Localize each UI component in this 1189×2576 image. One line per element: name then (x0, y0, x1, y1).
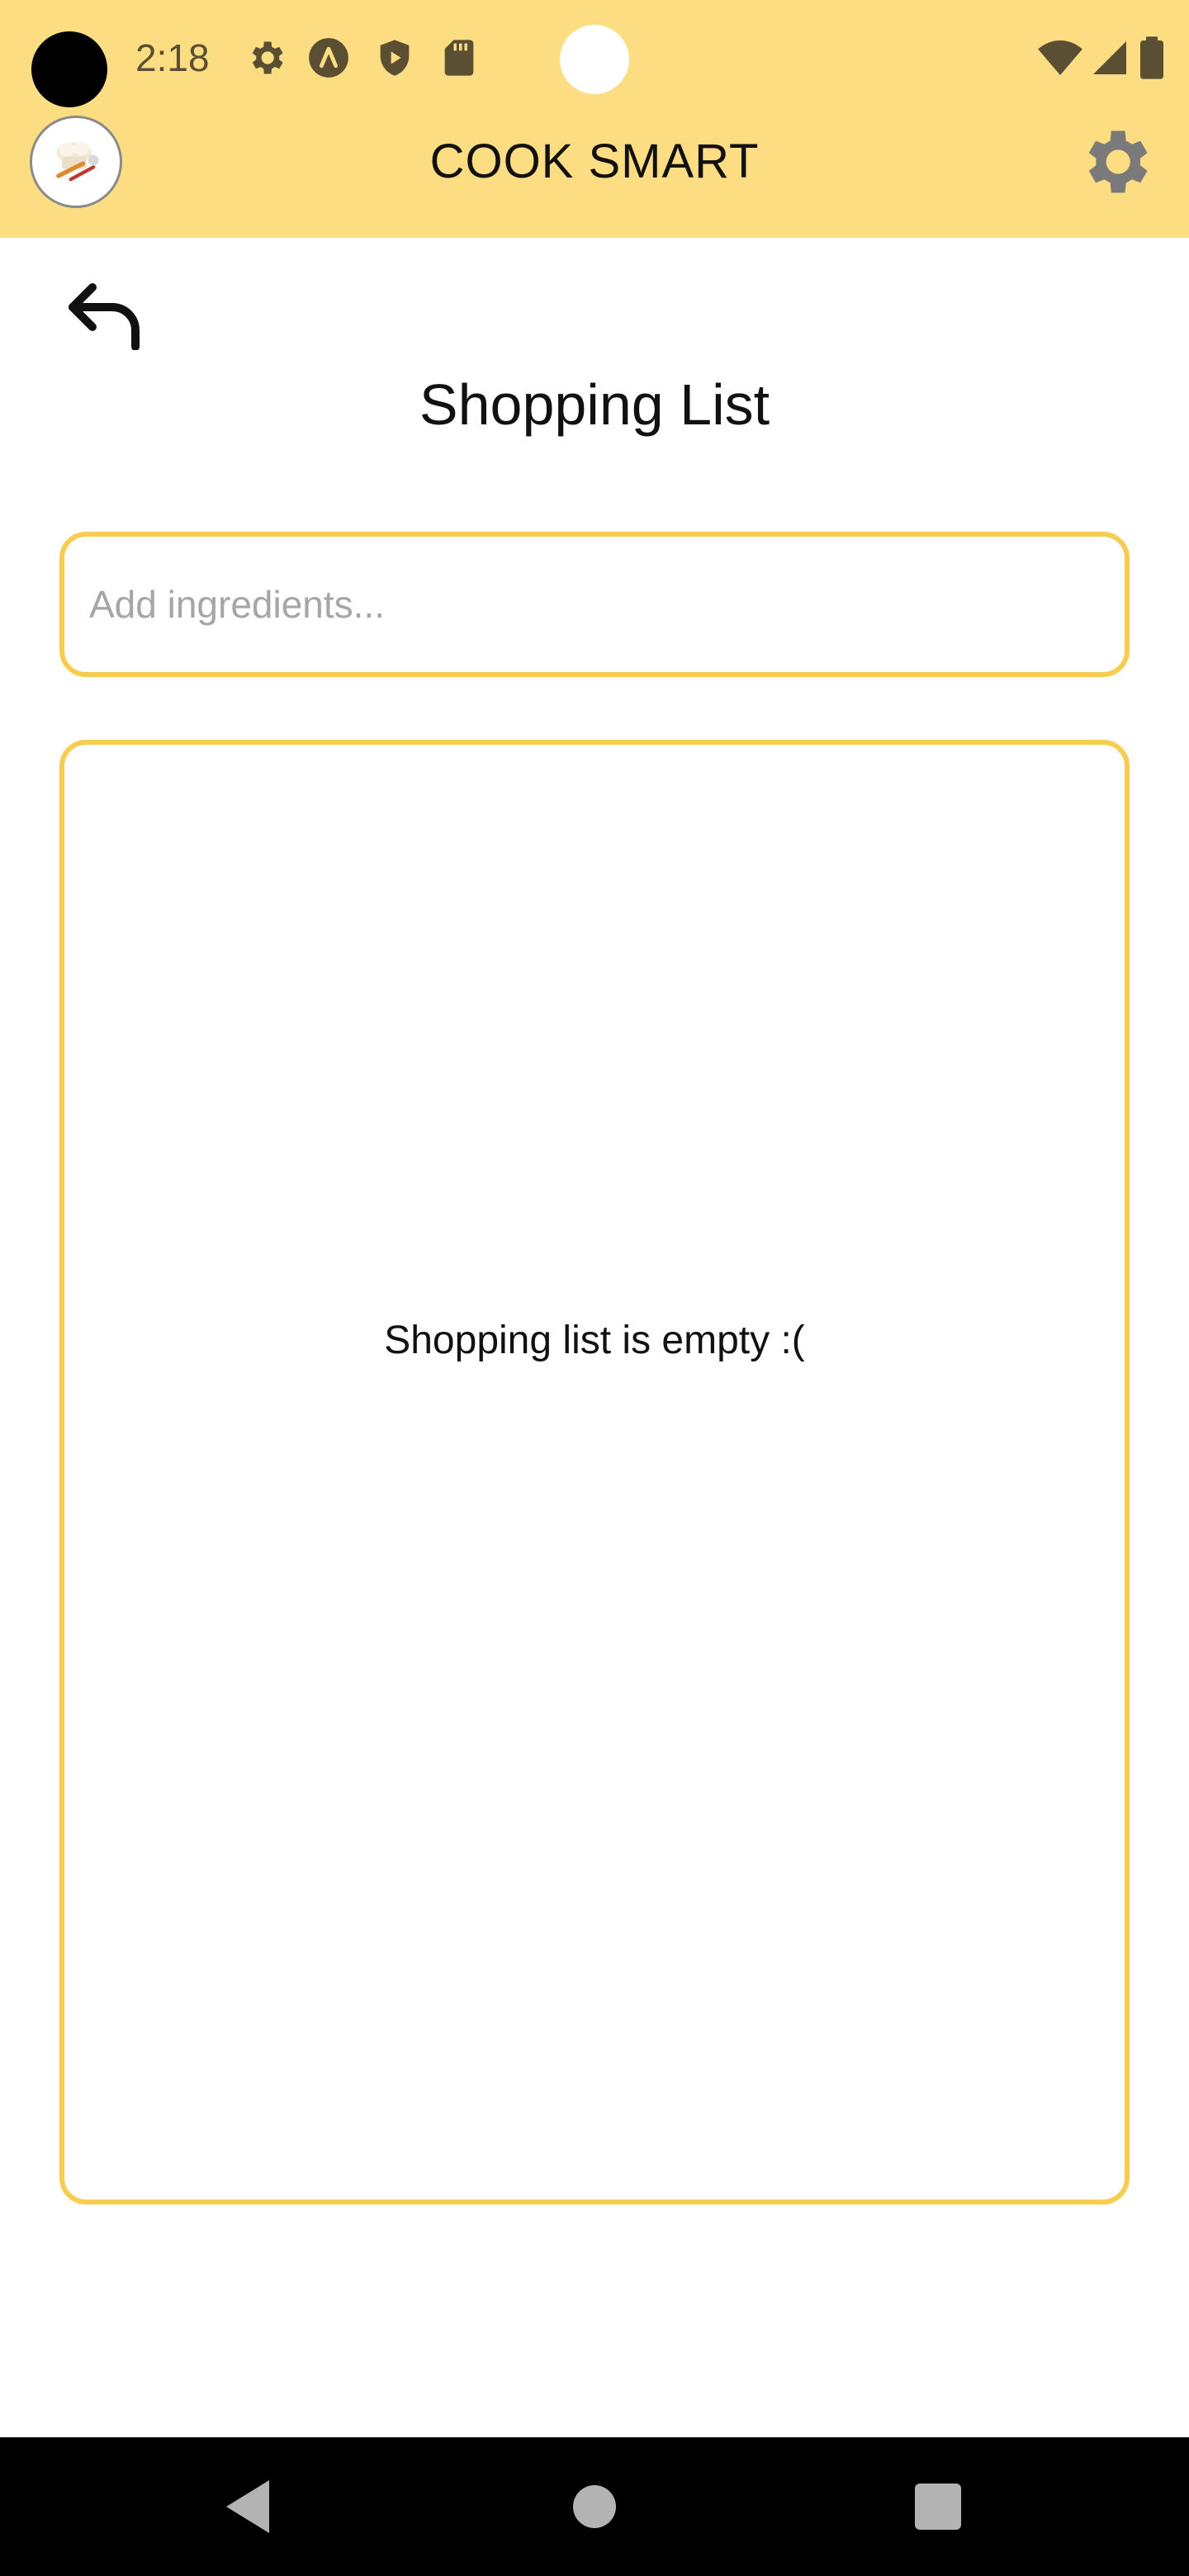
back-triangle-icon[interactable] (216, 2474, 282, 2540)
app-title: COOK SMART (429, 135, 760, 188)
android-a-icon (307, 35, 350, 81)
shield-play-icon (373, 35, 416, 81)
back-arrow-icon[interactable] (63, 281, 145, 350)
sd-card-icon (438, 35, 481, 81)
recents-square-icon[interactable] (905, 2474, 971, 2540)
battery-icon (1138, 35, 1166, 81)
shopping-list-screen: 2:18 COOK SMART Shopping List Add ingred… (0, 0, 1189, 2576)
cell-signal-icon (1090, 35, 1130, 81)
header-area: 2:18 COOK SMART (0, 0, 1189, 238)
notification-dot (560, 25, 629, 94)
home-circle-icon[interactable] (561, 2474, 628, 2540)
ingredient-input[interactable] (59, 532, 1130, 677)
front-camera-cutout (31, 31, 107, 107)
settings-gear-icon (244, 35, 287, 81)
status-time: 2:18 (135, 36, 210, 79)
wifi-icon (1037, 35, 1083, 81)
gear-icon[interactable] (1073, 121, 1156, 203)
empty-list-message: Shopping list is empty :( (384, 1319, 805, 1362)
shopping-list-container (59, 740, 1130, 2204)
page-title: Shopping List (419, 372, 770, 437)
